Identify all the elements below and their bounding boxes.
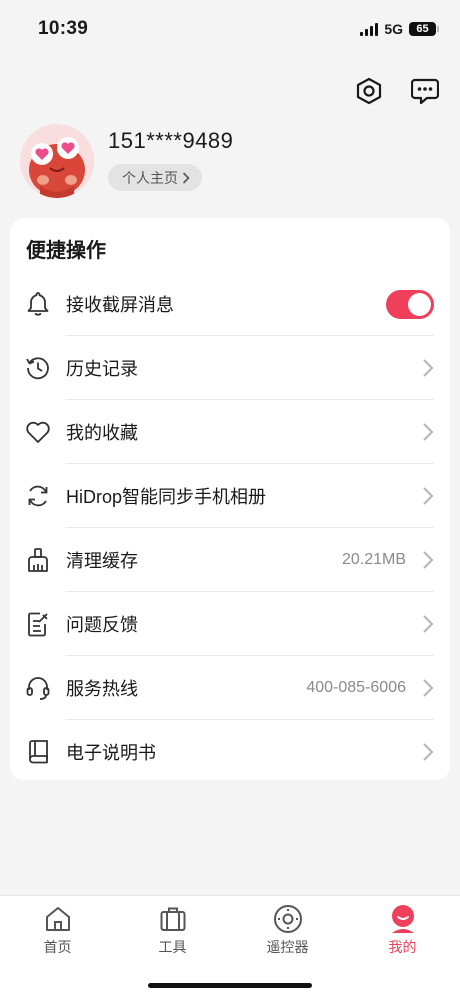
broom-icon	[24, 546, 52, 574]
tab-mine[interactable]: 我的	[345, 904, 460, 958]
row-history[interactable]: 历史记录	[10, 336, 450, 400]
signal-icon	[360, 22, 379, 36]
profile-header: 151****9489 个人主页	[20, 124, 440, 200]
home-icon	[43, 904, 73, 934]
chevron-right-icon	[423, 679, 434, 697]
bottom-tab-bar: 首页 工具 遥控器 我的	[0, 895, 460, 997]
chevron-right-icon	[423, 423, 434, 441]
chevron-right-icon	[423, 615, 434, 633]
tab-label: 遥控器	[266, 939, 309, 955]
personal-homepage-label: 个人主页	[122, 169, 178, 186]
home-indicator	[148, 983, 312, 988]
row-label: 清理缓存	[66, 551, 138, 571]
user-phone: 151****9489	[108, 128, 234, 153]
tab-label: 我的	[388, 939, 417, 955]
tab-tools[interactable]: 工具	[115, 904, 230, 958]
quick-actions-card: 便捷操作 接收截屏消息 历史记录 我的收藏 HiDrop智能同步手机相册 清理缓…	[10, 218, 450, 780]
quick-actions-title: 便捷操作	[26, 240, 106, 262]
bell-icon	[24, 290, 52, 318]
battery-level: 65	[416, 23, 429, 35]
toggle-knob	[408, 292, 431, 316]
cache-size: 20.21MB	[341, 551, 406, 568]
top-actions	[354, 76, 440, 106]
row-manual[interactable]: 电子说明书	[10, 720, 450, 784]
status-indicators: 5G 65	[360, 19, 439, 39]
tab-label: 首页	[43, 939, 72, 955]
row-screenshot-messages: 接收截屏消息	[10, 272, 450, 336]
row-label: 我的收藏	[66, 423, 138, 443]
message-icon[interactable]	[410, 76, 440, 106]
avatar[interactable]	[20, 124, 94, 198]
row-hidrop-sync[interactable]: HiDrop智能同步手机相册	[10, 464, 450, 528]
status-bar: 10:39 5G 65	[0, 0, 460, 58]
chevron-right-icon	[423, 487, 434, 505]
history-icon	[24, 354, 52, 382]
chevron-right-icon	[423, 359, 434, 377]
feedback-icon	[24, 610, 52, 638]
tab-remote[interactable]: 遥控器	[230, 904, 345, 958]
chevron-right-icon	[423, 551, 434, 569]
heart-icon	[24, 418, 52, 446]
row-label: HiDrop智能同步手机相册	[66, 487, 267, 507]
row-label: 电子说明书	[66, 743, 156, 763]
headset-icon	[24, 674, 52, 702]
chevron-right-icon	[423, 743, 434, 761]
toolbox-icon	[158, 904, 188, 934]
manual-icon	[24, 738, 52, 766]
tab-label: 工具	[158, 939, 187, 955]
battery-icon: 65	[409, 22, 439, 36]
row-label: 服务热线	[66, 679, 138, 699]
row-favorites[interactable]: 我的收藏	[10, 400, 450, 464]
sync-icon	[24, 482, 52, 510]
chevron-right-icon	[182, 171, 190, 184]
row-label: 接收截屏消息	[66, 295, 174, 315]
status-time: 10:39	[38, 18, 89, 39]
remote-icon	[273, 904, 303, 934]
network-type: 5G	[384, 21, 403, 37]
screenshot-toggle[interactable]	[386, 289, 434, 319]
row-feedback[interactable]: 问题反馈	[10, 592, 450, 656]
profile-icon	[388, 904, 418, 934]
row-label: 问题反馈	[66, 615, 138, 635]
row-label: 历史记录	[66, 359, 138, 379]
settings-icon[interactable]	[354, 76, 384, 106]
row-clear-cache[interactable]: 清理缓存 20.21MB	[10, 528, 450, 592]
personal-homepage-button[interactable]: 个人主页	[108, 164, 202, 191]
tab-home[interactable]: 首页	[0, 904, 115, 958]
hotline-number: 400-085-6006	[306, 679, 406, 696]
row-service-hotline[interactable]: 服务热线 400-085-6006	[10, 656, 450, 720]
